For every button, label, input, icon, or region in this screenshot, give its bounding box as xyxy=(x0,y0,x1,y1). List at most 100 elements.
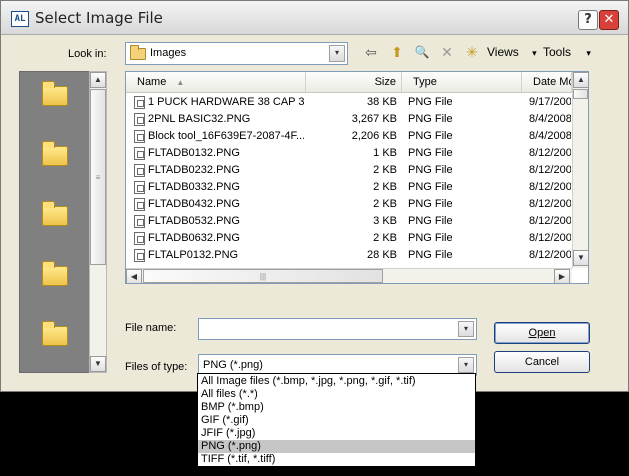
file-type-option[interactable]: BMP (*.bmp) xyxy=(198,401,475,414)
views-menu[interactable]: Views ▾ xyxy=(487,45,537,59)
file-name-cell: FLTADB0632.PNG xyxy=(148,232,240,244)
place-folder-icon[interactable] xyxy=(42,261,68,286)
scroll-up-icon[interactable]: ▲ xyxy=(90,72,106,88)
file-name-label: File name: xyxy=(125,322,177,334)
folder-icon xyxy=(130,45,146,60)
chevron-down-icon[interactable]: ▾ xyxy=(329,45,345,62)
file-size-cell: 28 KB xyxy=(367,249,397,261)
file-size-cell: 1 KB xyxy=(373,147,397,159)
file-type-option[interactable]: PNG (*.png) xyxy=(198,440,475,453)
file-name-cell: FLTADB0332.PNG xyxy=(148,181,240,193)
scroll-left-icon[interactable]: ◀ xyxy=(126,269,142,283)
look-in-dropdown[interactable]: Images ▾ xyxy=(125,42,348,65)
file-type-cell: PNG File xyxy=(408,249,453,261)
tools-label: Tools xyxy=(543,45,572,59)
place-folder-icon[interactable] xyxy=(42,201,68,226)
file-type-cell: PNG File xyxy=(408,96,453,108)
file-type-option[interactable]: TIFF (*.tif, *.tiff) xyxy=(198,453,475,466)
file-row[interactable]: FLTADB0432.PNG 2 KB PNG File 8/12/200 xyxy=(126,196,572,213)
open-button[interactable]: Open xyxy=(494,322,590,344)
title-bar[interactable]: AL Select Image File ? ✕ xyxy=(1,1,628,35)
close-button[interactable]: ✕ xyxy=(599,10,619,30)
column-header-type[interactable]: Type xyxy=(402,72,522,93)
file-row[interactable]: FLTADB0532.PNG 3 KB PNG File 8/12/200 xyxy=(126,213,572,230)
back-arrow-icon[interactable]: ⇦ xyxy=(361,43,381,61)
scroll-up-icon[interactable]: ▲ xyxy=(573,72,588,88)
file-type-option[interactable]: GIF (*.gif) xyxy=(198,414,475,427)
file-type-option[interactable]: All Image files (*.bmp, *.jpg, *.png, *.… xyxy=(198,375,475,388)
file-type-cell: PNG File xyxy=(408,198,453,210)
search-web-icon[interactable]: 🔍 xyxy=(412,43,432,61)
file-type-cell: PNG File xyxy=(408,130,453,142)
file-size-cell: 38 KB xyxy=(367,96,397,108)
place-folder-icon[interactable] xyxy=(42,321,68,346)
file-date-cell: 8/4/2008 xyxy=(529,130,571,142)
file-name-cell: FLTALP0132.PNG xyxy=(148,249,239,261)
png-file-icon xyxy=(134,164,145,177)
help-button[interactable]: ? xyxy=(578,10,598,30)
file-date-cell: 8/12/200 xyxy=(529,232,571,244)
file-size-cell: 2 KB xyxy=(373,181,397,193)
png-file-icon xyxy=(134,181,145,194)
chevron-down-icon[interactable]: ▾ xyxy=(458,357,474,373)
file-row[interactable]: FLTADB0232.PNG 2 KB PNG File 8/12/200 xyxy=(126,162,572,179)
file-name-cell: 1 PUCK HARDWARE 38 CAP 3... xyxy=(148,96,304,108)
file-date-cell: 8/12/200 xyxy=(529,198,571,210)
column-header-name[interactable]: Name ▲ xyxy=(126,72,306,93)
file-list-hscrollbar[interactable]: ◀ ||| ▶ xyxy=(126,268,572,283)
look-in-label: Look in: xyxy=(68,48,107,60)
file-list-vscrollbar[interactable]: ▲ ▼ xyxy=(572,72,588,268)
files-of-type-label: Files of type: xyxy=(125,361,188,373)
png-file-icon xyxy=(134,215,145,228)
file-date-cell: 8/4/2008 xyxy=(529,113,571,125)
scroll-down-icon[interactable]: ▼ xyxy=(573,250,588,266)
delete-icon[interactable]: ✕ xyxy=(437,43,457,61)
file-date-cell: 8/12/200 xyxy=(529,164,571,176)
file-name-cell: 2PNL BASIC32.PNG xyxy=(148,113,251,125)
file-type-cell: PNG File xyxy=(408,164,453,176)
file-type-option[interactable]: All files (*.*) xyxy=(198,388,475,401)
scroll-right-icon[interactable]: ▶ xyxy=(554,269,570,283)
column-header-date[interactable]: Date Mo xyxy=(522,72,572,93)
file-type-option[interactable]: JFIF (*.jpg) xyxy=(198,427,475,440)
file-row[interactable]: FLTADB0332.PNG 2 KB PNG File 8/12/200 xyxy=(126,179,572,196)
file-name-cell: FLTADB0132.PNG xyxy=(148,147,240,159)
cancel-button[interactable]: Cancel xyxy=(494,351,590,373)
file-name-cell: FLTADB0432.PNG xyxy=(148,198,240,210)
png-file-icon xyxy=(134,147,145,160)
place-folder-icon[interactable] xyxy=(42,81,68,106)
file-list[interactable]: Name ▲ Size Type Date Mo 1 PUCK HARDWARE … xyxy=(125,71,589,284)
file-row[interactable]: 1 PUCK HARDWARE 38 CAP 3... 38 KB PNG File… xyxy=(126,94,572,111)
scroll-thumb[interactable]: ≡ xyxy=(90,89,106,265)
png-file-icon xyxy=(134,249,145,262)
place-folder-icon[interactable] xyxy=(42,141,68,166)
chevron-down-icon[interactable]: ▾ xyxy=(458,321,474,337)
file-type-cell: PNG File xyxy=(408,181,453,193)
file-size-cell: 2 KB xyxy=(373,198,397,210)
files-of-type-options[interactable]: All Image files (*.bmp, *.jpg, *.png, *.… xyxy=(197,373,476,467)
file-row[interactable]: 2PNL BASIC32.PNG 3,267 KB PNG File 8/4/2008 xyxy=(126,111,572,128)
new-folder-icon[interactable]: ✳ xyxy=(462,43,482,61)
file-row[interactable]: FLTADB0632.PNG 2 KB PNG File 8/12/200 xyxy=(126,230,572,247)
file-row[interactable]: FLTALP0132.PNG 28 KB PNG File 8/12/200 xyxy=(126,247,572,264)
file-row[interactable]: Block tool_16F639E7-2087-4F... 2,206 KB PN… xyxy=(126,128,572,145)
scroll-down-icon[interactable]: ▼ xyxy=(90,356,106,372)
file-row[interactable]: FLTADB0132.PNG 1 KB PNG File 8/12/200 xyxy=(126,145,572,162)
tools-menu[interactable]: Tools ▾ xyxy=(543,45,591,59)
tools-chevron-icon: ▾ xyxy=(586,48,591,58)
select-image-dialog: AL Select Image File ? ✕ Look in: Images… xyxy=(0,0,629,392)
file-type-cell: PNG File xyxy=(408,232,453,244)
png-file-icon xyxy=(134,113,145,126)
file-name-cell: Block tool_16F639E7-2087-4F... xyxy=(148,130,304,142)
column-header-size[interactable]: Size xyxy=(306,72,402,93)
up-folder-icon[interactable]: ⬆ xyxy=(387,43,407,61)
file-type-cell: PNG File xyxy=(408,147,453,159)
places-scrollbar[interactable]: ▲ ≡ ▼ xyxy=(89,71,107,373)
scroll-thumb[interactable] xyxy=(573,89,588,99)
file-name-input[interactable]: ▾ xyxy=(198,318,477,340)
file-size-cell: 2 KB xyxy=(373,232,397,244)
column-header-name-label: Name xyxy=(137,76,167,88)
file-name-cell: FLTADB0232.PNG xyxy=(148,164,240,176)
scroll-thumb[interactable]: ||| xyxy=(143,269,383,283)
look-in-value: Images xyxy=(150,47,187,59)
